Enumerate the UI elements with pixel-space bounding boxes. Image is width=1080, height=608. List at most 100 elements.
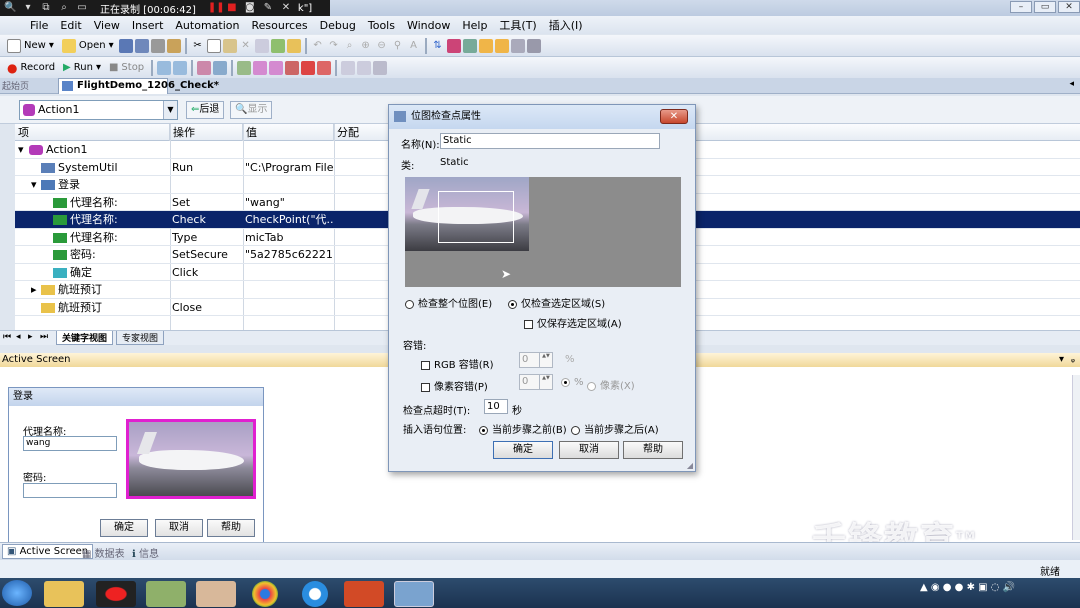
start-page-tab[interactable]: 起始页 [2, 79, 29, 92]
sort-icon[interactable]: ⇅ [431, 39, 445, 53]
taskbar-powerpoint[interactable] [344, 581, 384, 607]
new-step-icon[interactable] [269, 60, 284, 75]
expand-icon[interactable]: ▾ [31, 176, 37, 193]
pane-menu-icon[interactable]: ▾ [1059, 353, 1064, 367]
resource-icon[interactable] [446, 38, 461, 53]
resize-grip-icon[interactable]: ◢ [687, 461, 693, 470]
search-icon[interactable]: 🔍 [4, 2, 16, 14]
pause-icon[interactable]: ❚❚ [208, 2, 225, 14]
radio-pixels[interactable]: 像素(X) [587, 377, 635, 392]
find-replace-icon[interactable]: ⌕ [343, 39, 357, 53]
cut-icon[interactable]: ✂ [191, 39, 205, 53]
redo-icon[interactable]: ↷ [327, 39, 341, 53]
action-select[interactable]: Action1 ▼ [19, 100, 178, 120]
grid2-icon[interactable] [494, 38, 509, 53]
menu-insert-cn[interactable]: 插入(I) [543, 17, 589, 33]
taskbar-app[interactable] [146, 581, 186, 607]
function-icon[interactable] [285, 60, 300, 75]
nav-next-icon[interactable]: ▸ [28, 332, 33, 342]
zoom-in-icon[interactable]: ⊕ [359, 39, 373, 53]
menu-help[interactable]: Help [456, 19, 493, 32]
radio-region[interactable]: 仅检查选定区域(S) [508, 295, 605, 310]
insert-step-icon[interactable] [237, 60, 252, 75]
list-icon[interactable] [357, 60, 372, 75]
object-repo-icon[interactable] [270, 38, 285, 53]
table-icon[interactable] [341, 60, 356, 75]
window-close-button[interactable]: ✕ [1058, 1, 1080, 13]
nav-last-icon[interactable]: ⏭ [40, 332, 48, 342]
flag-icon[interactable] [373, 60, 388, 75]
dialog-cancel-button[interactable]: 取消 [559, 441, 619, 459]
menu-tools-cn[interactable]: 工具(T) [493, 17, 542, 33]
package-icon[interactable] [166, 38, 181, 53]
print-icon[interactable] [150, 38, 165, 53]
stop-icon[interactable]: ■ [226, 2, 238, 14]
rgb-tolerance-checkbox[interactable]: RGB 容错(R) [421, 356, 494, 371]
minimize-button[interactable]: – [1010, 1, 1032, 13]
tab-flightdemo[interactable]: FlightDemo_1206_Check* [58, 78, 219, 94]
menu-window[interactable]: Window [401, 19, 456, 32]
login-window-capture[interactable]: 登录 代理名称: wang 密码: 确定 取消 帮助 [8, 387, 264, 543]
window-icon[interactable]: ▭ [76, 2, 88, 14]
step-over-icon[interactable] [173, 60, 188, 75]
output-icon[interactable] [213, 60, 228, 75]
run-button[interactable]: ▶ Run ▾ [60, 59, 104, 77]
dialog-close-button[interactable]: ✕ [660, 109, 688, 124]
tab-data-table[interactable]: ▦ 数据表 [82, 545, 125, 560]
nav-first-icon[interactable]: ⏮ [3, 332, 11, 342]
save-region-checkbox[interactable]: 仅保存选定区域(A) [524, 315, 622, 330]
show-button[interactable]: 🔍显示 [230, 101, 273, 119]
clear-breakpoints-icon[interactable] [317, 60, 332, 75]
login-help-button[interactable]: 帮助 [207, 519, 255, 537]
header-assign[interactable]: 分配 [334, 124, 394, 141]
taskbar-avatar[interactable] [196, 581, 236, 607]
rgb-tolerance-stepper[interactable]: 0 [519, 352, 553, 368]
tray-icon[interactable]: ▲ ◉ ● ● ✱ ▣ ◌ 🔊 [920, 582, 1015, 593]
menu-view[interactable]: View [88, 19, 126, 32]
paste-icon[interactable] [222, 38, 237, 53]
dropdown-icon[interactable]: ▾ [22, 2, 34, 14]
maximize-button[interactable]: ▭ [1034, 1, 1056, 13]
taskbar-ie[interactable] [302, 581, 328, 607]
bitmap-preview[interactable]: ➤ [405, 177, 681, 287]
selection-rectangle[interactable] [438, 191, 514, 243]
zoom-out-icon[interactable]: ⊖ [375, 39, 389, 53]
dialog-ok-button[interactable]: 确定 [493, 441, 553, 459]
tab-active-screen[interactable]: ▣ Active Screen [2, 544, 94, 559]
tab-keyword-view[interactable]: 关键字视图 [56, 331, 114, 345]
agent-name-field[interactable]: wang [23, 436, 117, 451]
password-field[interactable] [23, 483, 117, 498]
step-into-icon[interactable] [157, 60, 172, 75]
breakpoint-icon[interactable] [301, 60, 316, 75]
pixel-tolerance-checkbox[interactable]: 像素容错(P) [421, 378, 488, 393]
brush-icon[interactable] [253, 60, 268, 75]
pen-icon[interactable]: ✎ [262, 2, 274, 14]
radio-whole-bitmap[interactable]: 检查整个位图(E) [405, 295, 492, 310]
settings-icon[interactable] [526, 38, 541, 53]
radio-after-step[interactable]: 当前步骤之后(A) [571, 421, 659, 436]
pixel-tolerance-stepper[interactable]: 0 [519, 374, 553, 390]
expand-icon[interactable]: ▾ [18, 141, 24, 158]
menu-insert[interactable]: Insert [126, 19, 170, 32]
checkpoint-icon[interactable] [197, 60, 212, 75]
header-item[interactable]: 项 [15, 124, 170, 141]
timeout-field[interactable]: 10 [484, 399, 508, 414]
stop-button[interactable]: ■ Stop [106, 59, 147, 77]
login-ok-button[interactable]: 确定 [100, 519, 148, 537]
close-icon[interactable]: ✕ [280, 2, 292, 14]
radio-before-step[interactable]: 当前步骤之前(B) [479, 421, 567, 436]
find-icon[interactable] [286, 38, 301, 53]
scrollbar[interactable] [1072, 375, 1080, 540]
taskbar-explorer[interactable] [44, 581, 84, 607]
copy-doc-icon[interactable] [206, 38, 221, 53]
binoculars-icon[interactable]: ⚲ [391, 39, 405, 53]
back-button[interactable]: ⇐后退 [186, 101, 225, 119]
open-button[interactable]: Open ▾ [59, 37, 117, 55]
edit-icon[interactable] [254, 38, 269, 53]
menu-debug[interactable]: Debug [314, 19, 362, 32]
header-value[interactable]: 值 [243, 124, 334, 141]
tab-scroll-icon[interactable]: ◂ [1069, 79, 1074, 89]
tab-expert-view[interactable]: 专家视图 [116, 331, 165, 345]
save-icon[interactable] [118, 38, 133, 53]
pane-pin-icon[interactable]: ᵩ [1071, 353, 1075, 367]
